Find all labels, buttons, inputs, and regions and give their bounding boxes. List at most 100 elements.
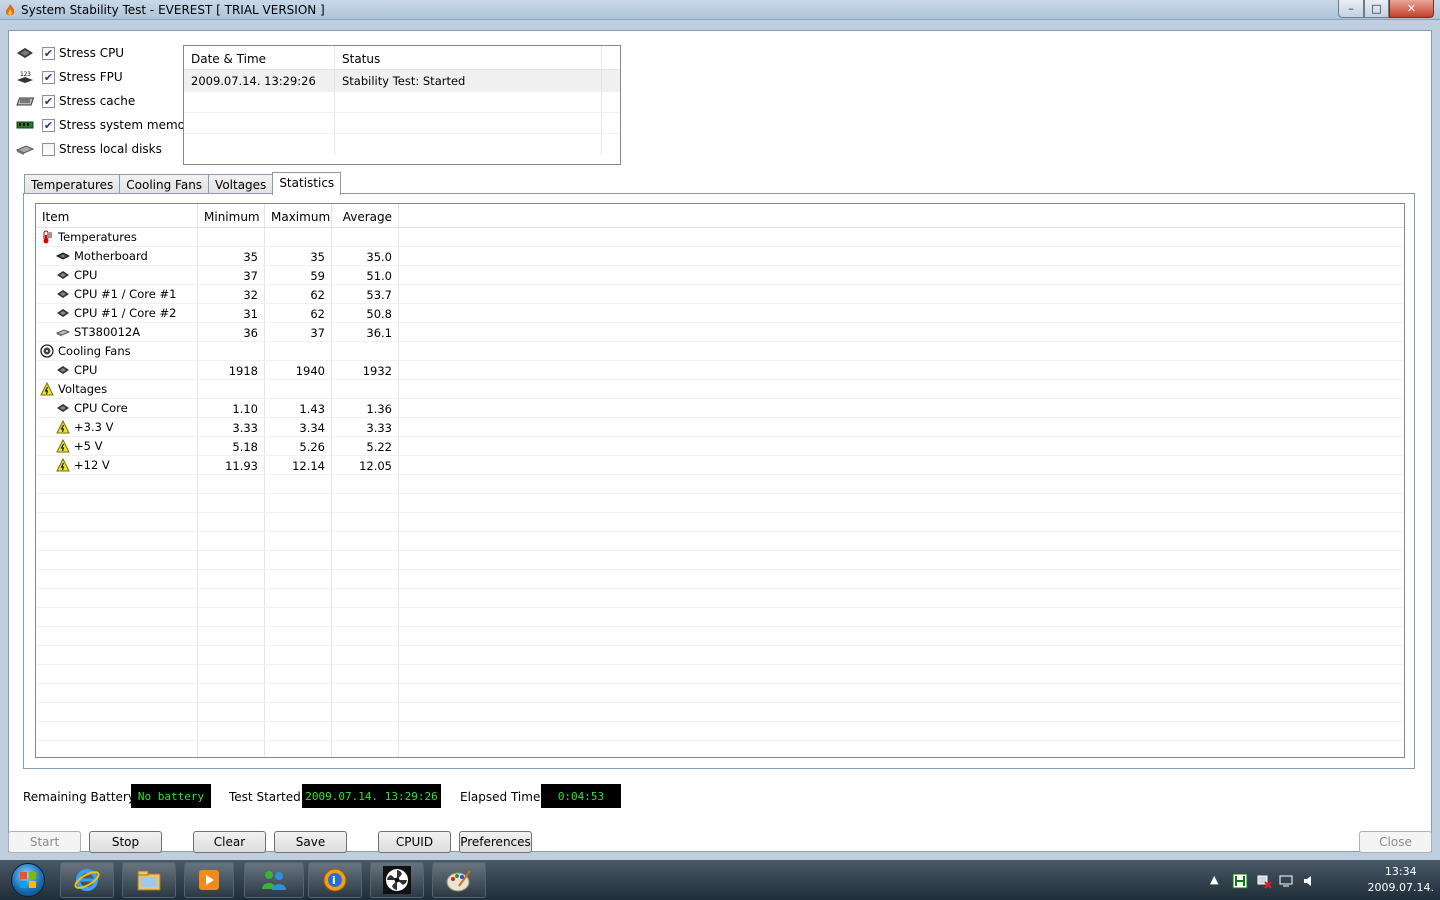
tab-statistics[interactable]: Statistics <box>272 172 342 195</box>
statistics-row[interactable]: CPU Core 1.10 1.43 1.36 <box>36 399 1404 418</box>
row-item-name: Cooling Fans <box>58 344 131 358</box>
row-average: 1.36 <box>332 399 399 417</box>
stress-disks-option[interactable]: Stress local disks <box>16 140 162 158</box>
row-maximum: 12.14 <box>265 456 332 474</box>
stress-cpu-checkbox[interactable]: ✔ <box>42 46 55 60</box>
statistics-table[interactable]: Item Minimum Maximum Average Temperature… <box>35 203 1405 758</box>
taskbar-messenger[interactable] <box>244 862 304 898</box>
stop-button[interactable]: Stop <box>89 831 162 853</box>
cpuid-button[interactable]: CPUID <box>378 831 451 853</box>
empty-row <box>36 627 1404 646</box>
tab-voltages[interactable]: Voltages <box>208 174 274 195</box>
empty-row <box>36 646 1404 665</box>
save-button[interactable]: Save <box>274 831 347 853</box>
statistics-row[interactable]: CPU #1 / Core #1 32 62 53.7 <box>36 285 1404 304</box>
header-item[interactable]: Item <box>36 204 198 227</box>
clock-date: 2009.07.14. <box>1367 881 1434 894</box>
action-center-icon[interactable] <box>1278 873 1294 889</box>
row-maximum <box>265 380 332 398</box>
start-button-orb[interactable] <box>2 862 54 898</box>
statistics-row[interactable]: CPU #1 / Core #2 31 62 50.8 <box>36 304 1404 323</box>
stress-cpu-label: Stress CPU <box>59 46 125 60</box>
log-row[interactable]: 2009.07.14. 13:29:26 Stability Test: Sta… <box>184 70 620 91</box>
row-minimum: 36 <box>198 323 265 341</box>
row-item-cell: +3.3 V <box>36 418 198 436</box>
cpu-chip-icon <box>56 287 70 301</box>
statistics-row[interactable]: Motherboard 35 35 35.0 <box>36 247 1404 266</box>
log-header: Date & Time Status <box>184 46 620 70</box>
row-maximum: 62 <box>265 304 332 322</box>
empty-row <box>36 494 1404 513</box>
elapsed-time-label: Elapsed Time: <box>460 790 545 804</box>
minimize-button[interactable]: – <box>1338 0 1364 18</box>
fan-app-icon <box>383 866 411 894</box>
log-header-datetime[interactable]: Date & Time <box>184 46 335 69</box>
taskbar-internet-explorer[interactable] <box>60 862 114 898</box>
stress-disks-checkbox[interactable] <box>42 142 55 156</box>
stress-cache-label: Stress cache <box>59 94 136 108</box>
preferences-button[interactable]: Preferences <box>459 831 532 853</box>
header-minimum[interactable]: Minimum <box>198 204 265 227</box>
maximize-button[interactable]: □ <box>1364 0 1389 18</box>
row-item-cell: CPU <box>36 266 198 284</box>
tray-app-icon[interactable] <box>1232 873 1248 889</box>
empty-row <box>36 665 1404 684</box>
row-maximum <box>265 228 332 246</box>
row-maximum: 3.34 <box>265 418 332 436</box>
test-started-value: 2009.07.14. 13:29:26 <box>302 784 441 808</box>
stress-fpu-option[interactable]: 123 ✔ Stress FPU <box>16 68 123 86</box>
taskbar-media-player[interactable] <box>184 862 234 898</box>
stress-memory-option[interactable]: ✔ Stress system memory <box>16 116 197 134</box>
stress-cache-option[interactable]: ✔ Stress cache <box>16 92 135 110</box>
show-hidden-icons-icon[interactable]: ▲ <box>1210 873 1226 889</box>
row-item-cell: CPU #1 / Core #1 <box>36 285 198 303</box>
tab-cooling-fans[interactable]: Cooling Fans <box>119 174 210 195</box>
tab-strip: Temperatures Cooling Fans Voltages Stati… <box>24 172 342 195</box>
row-maximum: 37 <box>265 323 332 341</box>
taskbar-stability-test[interactable] <box>370 862 424 898</box>
window-title: System Stability Test - EVEREST [ TRIAL … <box>21 3 325 17</box>
row-item-name: +5 V <box>74 439 103 453</box>
statistics-group-row[interactable]: Voltages <box>36 380 1404 399</box>
row-average <box>332 228 399 246</box>
header-average[interactable]: Average <box>332 204 399 227</box>
statistics-row[interactable]: +5 V 5.18 5.26 5.22 <box>36 437 1404 456</box>
tab-temperatures[interactable]: Temperatures <box>24 174 121 195</box>
row-maximum: 1.43 <box>265 399 332 417</box>
row-minimum: 3.33 <box>198 418 265 436</box>
header-maximum[interactable]: Maximum <box>265 204 332 227</box>
taskbar-everest[interactable]: i <box>308 862 362 898</box>
statistics-row[interactable]: +12 V 11.93 12.14 12.05 <box>36 456 1404 475</box>
status-log-list[interactable]: Date & Time Status 2009.07.14. 13:29:26 … <box>183 45 621 165</box>
volume-icon[interactable] <box>1302 873 1318 889</box>
statistics-row[interactable]: CPU 37 59 51.0 <box>36 266 1404 285</box>
statistics-row[interactable]: +3.3 V 3.33 3.34 3.33 <box>36 418 1404 437</box>
messenger-icon <box>262 871 286 890</box>
taskbar-file-explorer[interactable] <box>122 862 176 898</box>
statistics-group-row[interactable]: Cooling Fans <box>36 342 1404 361</box>
statistics-row[interactable]: CPU 1918 1940 1932 <box>36 361 1404 380</box>
statistics-row[interactable]: ST380012A 36 37 36.1 <box>36 323 1404 342</box>
row-minimum: 32 <box>198 285 265 303</box>
stress-fpu-checkbox[interactable]: ✔ <box>42 70 55 84</box>
row-item-name: Voltages <box>58 382 108 396</box>
log-header-status[interactable]: Status <box>335 46 602 69</box>
taskbar-clock[interactable]: 13:34 2009.07.14. <box>1368 864 1434 896</box>
stress-memory-checkbox[interactable]: ✔ <box>42 118 55 132</box>
row-average: 50.8 <box>332 304 399 322</box>
row-item-name: CPU Core <box>74 401 128 415</box>
start-button[interactable]: Start <box>8 831 81 853</box>
close-button[interactable]: Close <box>1359 831 1432 853</box>
row-item-name: +3.3 V <box>74 420 114 434</box>
voltage-icon <box>56 457 70 472</box>
taskbar-paint[interactable] <box>432 862 486 898</box>
empty-row <box>36 551 1404 570</box>
network-error-icon[interactable] <box>1256 873 1272 889</box>
statistics-group-row[interactable]: Temperatures <box>36 228 1404 247</box>
empty-row <box>36 475 1404 494</box>
disk-icon <box>16 145 34 155</box>
stress-cpu-option[interactable]: ✔ Stress CPU <box>16 44 124 62</box>
clear-button[interactable]: Clear <box>193 831 266 853</box>
stress-cache-checkbox[interactable]: ✔ <box>42 94 55 108</box>
close-window-button[interactable]: ✕ <box>1389 0 1434 18</box>
